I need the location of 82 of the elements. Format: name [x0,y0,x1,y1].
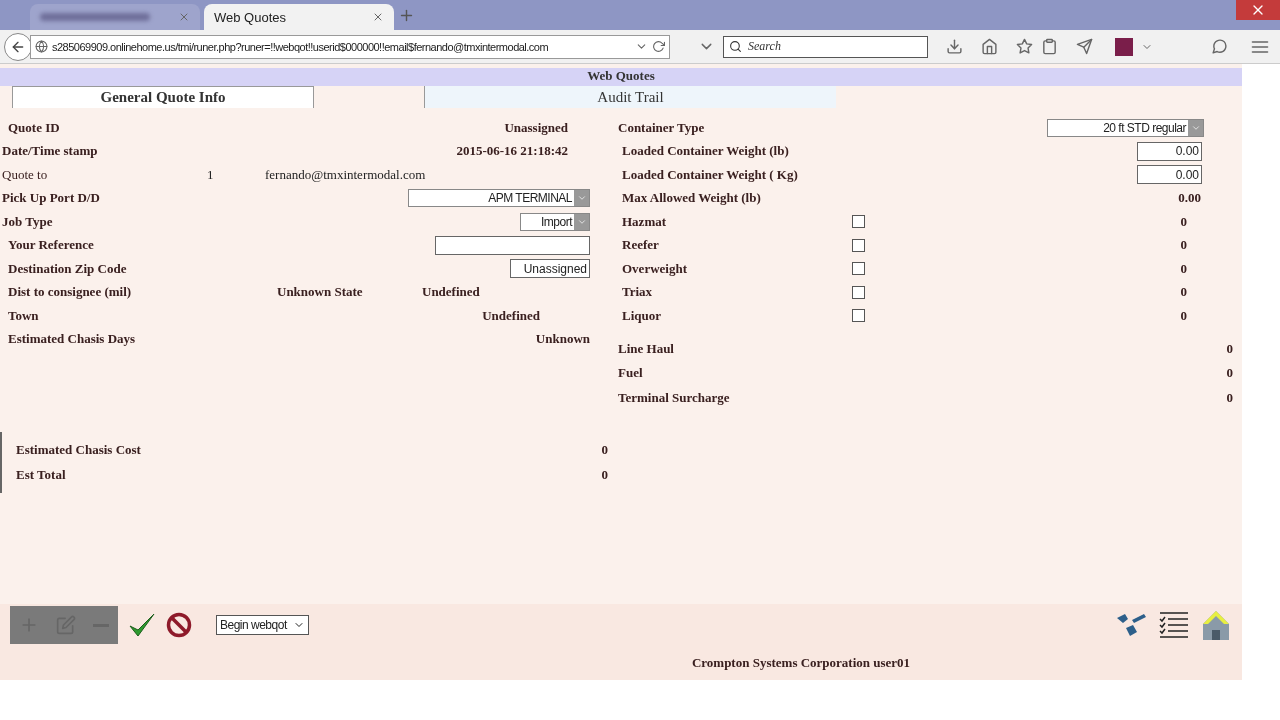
field-label: Reefer [621,237,660,254]
back-button[interactable] [4,32,32,61]
field-value: 0 [1180,284,1188,301]
field-label: Estimated Chasis Days [7,331,137,348]
checkbox[interactable] [852,238,865,252]
download-icon[interactable] [946,38,963,55]
field-label: Your Reference [7,237,95,254]
caret-icon [574,190,589,207]
charge-value: 0 [1226,365,1234,382]
field-value: Undefined [482,307,541,324]
field-value: 0 [1180,307,1188,324]
section-tab[interactable]: General Quote Info [12,86,314,108]
field-value: 2015-06-16 21:18:42 [456,143,569,160]
field-label: Dist to consignee (mil) [7,284,133,301]
input-field[interactable]: 0.00 [1137,141,1202,161]
checkbox[interactable] [852,309,865,323]
home-icon[interactable] [981,38,998,55]
cancel-icon[interactable] [166,612,192,638]
globe-icon [35,40,48,53]
dropdown[interactable]: APM TERMINAL [408,189,590,208]
star-icon[interactable] [1016,38,1033,55]
field-value: 0 [1180,213,1188,230]
caret-icon [1188,119,1203,136]
section-tab[interactable]: Audit Trail [424,86,836,108]
field-label: Quote to [1,166,49,183]
action-dropdown[interactable]: Begin webqot [216,615,309,635]
dropdown[interactable]: Import [520,212,590,231]
field-label: Quote ID [7,119,61,136]
charge-label: Terminal Surcharge [617,389,731,406]
field-value: Unknown State [277,284,363,301]
field-label: Liquor [621,307,662,324]
field-value: 0.00 [1178,190,1202,207]
caret-icon [574,213,589,230]
field-label: Hazmat [621,213,668,230]
total-label: Est Total [15,466,67,483]
charge-label: Fuel [617,365,644,382]
checklist-icon[interactable] [1158,610,1190,640]
browser-tab[interactable]: Web Quotes [204,4,394,30]
footer-text: Crompton Systems Corporation user01 [0,646,1242,680]
total-value: 0 [601,466,609,483]
field-label: Loaded Container Weight ( Kg) [621,166,799,183]
dropdown[interactable]: 20 ft STD regular [1047,118,1204,137]
charge-value: 0 [1226,340,1234,357]
field-value: Unassigned [504,119,569,136]
checkbox[interactable] [852,285,865,299]
checkmark-icon[interactable] [128,612,156,638]
close-icon[interactable] [372,11,384,23]
total-value: 0 [601,442,609,459]
chat-icon[interactable] [1211,38,1228,55]
plus-icon[interactable] [398,7,415,24]
search-field[interactable]: Search [723,35,928,58]
field-label: Date/Time stamp [1,143,99,160]
field-label: Container Type [617,119,706,136]
field-label: Town [7,307,40,324]
search-icon [729,39,742,53]
url-field[interactable]: s285069909.onlinehome.us/tmi/runer.php?runer=!!webqot!!userid$000000!!email$fernando@tmxintermodal.com [30,34,670,59]
email-text: fernando@tmxintermodal.com [265,166,426,183]
field-label: Job Type [1,213,54,230]
checkbox[interactable] [852,215,865,229]
field-value: 0 [1180,260,1188,277]
field-value: 0 [1180,237,1188,254]
total-label: Estimated Chasis Cost [15,442,142,459]
field-label: Loaded Container Weight (lb) [621,143,790,160]
field-label: Triax [621,284,654,301]
quote-count: 1 [206,166,214,183]
clipboard-icon[interactable] [1041,38,1058,55]
field-label: Destination Zip Code [7,260,128,277]
input-field[interactable]: 0.00 [1137,165,1202,185]
charge-value: 0 [1226,389,1234,406]
reload-icon[interactable] [652,40,665,53]
house-icon[interactable] [1200,608,1232,642]
field-value: Undefined [422,284,480,301]
input-field[interactable]: Unassigned [510,259,590,279]
charge-label: Line Haul [617,340,675,357]
field-label: Pick Up Port D/D [1,190,101,207]
page-header: Web Quotes [0,68,1242,86]
field-label: Max Allowed Weight (lb) [621,190,762,207]
input-field[interactable] [435,235,590,255]
checkbox[interactable] [852,262,865,276]
field-value: Unknown [535,331,590,348]
field-label: Overweight [621,260,688,277]
send-icon[interactable] [1076,38,1093,55]
